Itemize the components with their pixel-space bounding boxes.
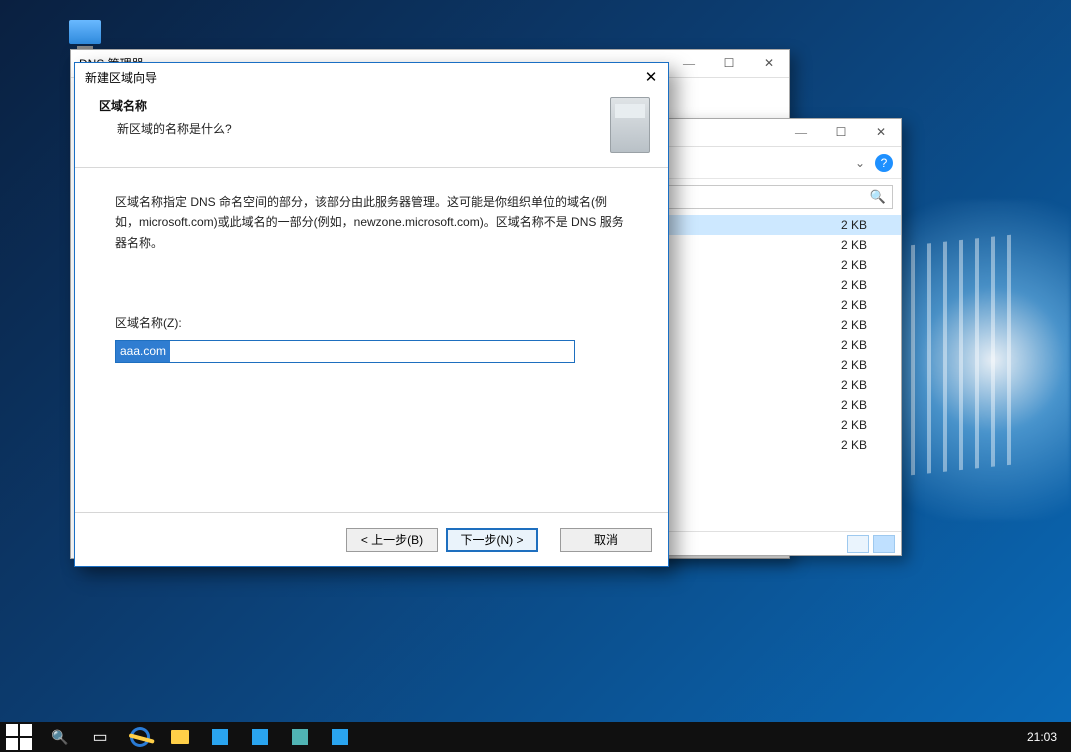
taskbar-app[interactable] — [322, 724, 358, 750]
zone-name-input[interactable] — [115, 340, 575, 363]
dialog-titlebar[interactable]: 新建区域向导 ✕ — [75, 63, 668, 91]
taskbar-taskview-button[interactable]: ▭ — [82, 724, 118, 750]
list-item[interactable]: 2 KB — [641, 235, 901, 255]
list-item[interactable]: 2 KB — [641, 415, 901, 435]
app-icon — [292, 729, 308, 745]
pc-icon — [69, 20, 101, 44]
server-icon — [610, 97, 650, 153]
file-list[interactable]: 2 KB 2 KB 2 KB 2 KB 2 KB 2 KB 2 KB 2 KB … — [641, 215, 901, 455]
maximize-button[interactable]: ☐ — [709, 50, 749, 78]
start-button[interactable] — [6, 724, 32, 750]
wizard-footer: < 上一步(B) 下一步(N) > 取消 — [75, 512, 668, 566]
wizard-subheading: 新区域的名称是什么? — [117, 120, 232, 137]
search-icon[interactable]: 🔍 — [870, 189, 886, 205]
list-item[interactable]: 2 KB — [641, 275, 901, 295]
view-details-button[interactable] — [847, 535, 869, 553]
app-icon — [332, 729, 348, 745]
app-icon — [212, 729, 228, 745]
view-large-icons-button[interactable] — [873, 535, 895, 553]
close-button[interactable]: ✕ — [634, 63, 668, 91]
taskbar-explorer[interactable] — [162, 724, 198, 750]
list-item[interactable]: 2 KB — [641, 255, 901, 275]
next-button[interactable]: 下一步(N) > — [446, 528, 538, 552]
chevron-down-icon[interactable]: ⌄ — [855, 156, 865, 170]
list-item[interactable]: 2 KB — [641, 355, 901, 375]
maximize-button[interactable]: ☐ — [821, 119, 861, 147]
app-icon — [252, 729, 268, 745]
explorer-toolbar: ⌄ ? — [641, 147, 901, 179]
explorer-search-input[interactable]: 🔍 — [649, 185, 893, 209]
file-explorer-window[interactable]: — ☐ ✕ ⌄ ? 🔍 2 KB 2 KB 2 KB 2 KB 2 KB 2 K… — [640, 118, 902, 556]
list-item[interactable]: 2 KB — [641, 215, 901, 235]
minimize-button[interactable]: — — [669, 50, 709, 78]
taskbar-search-button[interactable]: 🔍 — [42, 724, 78, 750]
help-icon[interactable]: ? — [875, 154, 893, 172]
wizard-header: 区域名称 新区域的名称是什么? — [75, 91, 668, 168]
minimize-button[interactable]: — — [781, 119, 821, 147]
list-item[interactable]: 2 KB — [641, 395, 901, 415]
wizard-description: 区域名称指定 DNS 命名空间的部分，该部分由此服务器管理。这可能是你组织单位的… — [115, 192, 628, 253]
zone-name-selection: aaa.com — [116, 341, 170, 362]
explorer-statusbar — [641, 531, 901, 555]
list-item[interactable]: 2 KB — [641, 435, 901, 455]
taskbar-app[interactable] — [282, 724, 318, 750]
folder-icon — [171, 730, 189, 744]
zone-name-label: 区域名称(Z): — [115, 313, 628, 333]
taskbar[interactable]: 🔍 ▭ 21:03 — [0, 722, 1071, 752]
list-item[interactable]: 2 KB — [641, 335, 901, 355]
dialog-title: 新建区域向导 — [85, 69, 157, 86]
close-button[interactable]: ✕ — [861, 119, 901, 147]
taskbar-clock[interactable]: 21:03 — [1027, 730, 1057, 744]
window-titlebar[interactable]: — ☐ ✕ — [641, 119, 901, 147]
ie-icon — [128, 725, 152, 749]
wallpaper-lines — [911, 235, 1011, 476]
taskbar-app[interactable] — [242, 724, 278, 750]
wizard-content: 区域名称指定 DNS 命名空间的部分，该部分由此服务器管理。这可能是你组织单位的… — [75, 168, 668, 363]
wizard-heading: 区域名称 — [99, 97, 232, 114]
list-item[interactable]: 2 KB — [641, 315, 901, 335]
new-zone-wizard-dialog[interactable]: 新建区域向导 ✕ 区域名称 新区域的名称是什么? 区域名称指定 DNS 命名空间… — [74, 62, 669, 567]
taskbar-ie[interactable] — [122, 724, 158, 750]
search-icon: 🔍 — [51, 729, 68, 746]
list-item[interactable]: 2 KB — [641, 295, 901, 315]
back-button[interactable]: < 上一步(B) — [346, 528, 438, 552]
close-button[interactable]: ✕ — [749, 50, 789, 78]
taskbar-app[interactable] — [202, 724, 238, 750]
cancel-button[interactable]: 取消 — [560, 528, 652, 552]
list-item[interactable]: 2 KB — [641, 375, 901, 395]
